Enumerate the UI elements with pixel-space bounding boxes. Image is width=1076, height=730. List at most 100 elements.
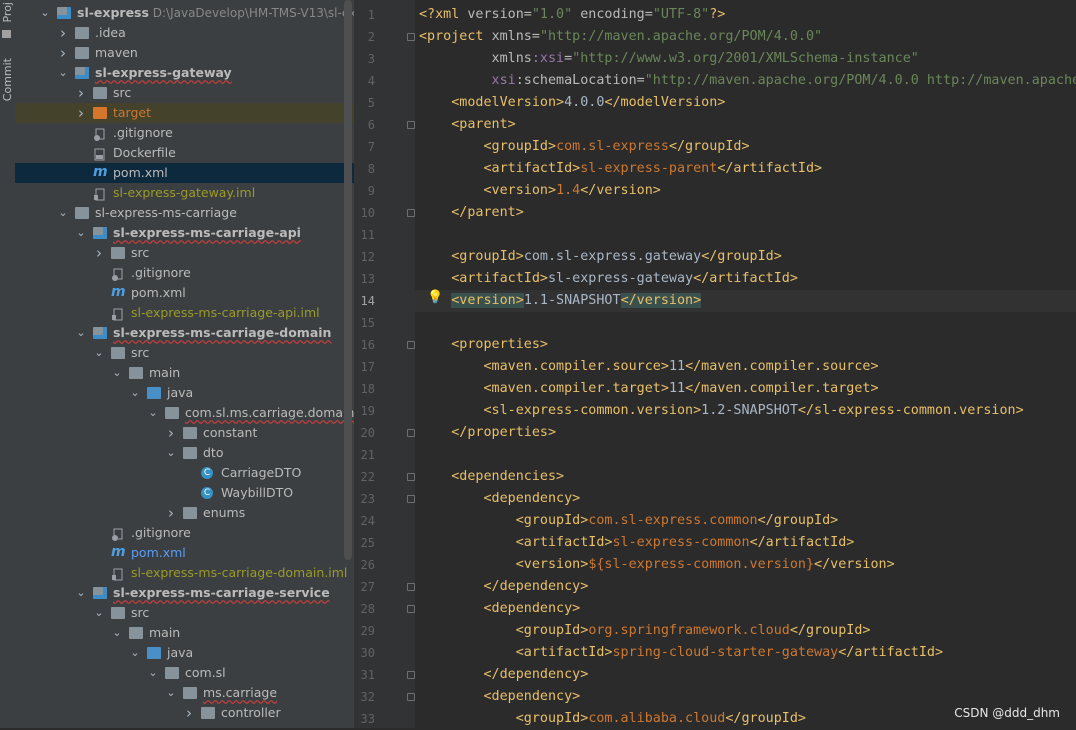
chevron-right-icon[interactable]: › [93,243,105,263]
chevron-down-icon[interactable]: ⌄ [129,643,141,663]
line-number[interactable]: 4 [355,70,375,92]
line-number[interactable]: 14 [355,290,375,312]
code-line[interactable]: </dependency> [419,664,589,686]
tree-item[interactable]: Dockerfile [15,143,354,163]
chevron-down-icon[interactable]: ⌄ [75,583,87,603]
tree-item[interactable]: ⌄ main [15,623,354,643]
line-number[interactable]: 22 [355,466,375,488]
line-number[interactable]: 33 [355,708,375,730]
tree-item[interactable]: › src [15,83,354,103]
code-editor[interactable]: <?xml version="1.0" encoding="UTF-8"?> <p… [415,0,1076,728]
project-tree[interactable]: ⌄ sl-express D:\JavaDevelop\HM-TMS-V13\sl… [15,0,354,728]
tree-item[interactable]: ⌄ src [15,343,354,363]
fold-marker-icon[interactable] [407,209,415,217]
chevron-right-icon[interactable]: › [57,23,69,43]
fold-marker-icon[interactable] [407,495,415,503]
tree-item[interactable]: ⌄ sl-express D:\JavaDevelop\HM-TMS-V13\sl… [15,3,354,23]
line-number[interactable]: 26 [355,554,375,576]
code-line[interactable]: <maven.compiler.target>11</maven.compile… [419,378,879,400]
tree-item[interactable]: ⌄ sl-express-ms-carriage-api [15,223,354,243]
code-line[interactable]: xmlns:xsi="http://www.w3.org/2001/XMLSch… [419,48,919,70]
chevron-down-icon[interactable]: ⌄ [129,383,141,403]
tree-item[interactable]: .gitignore [15,123,354,143]
line-number[interactable]: 30 [355,642,375,664]
line-number[interactable]: 10 [355,202,375,224]
tree-item[interactable]: m pom.xml [15,543,354,563]
chevron-right-icon[interactable]: › [75,103,87,123]
chevron-down-icon[interactable]: ⌄ [93,343,105,363]
tree-item[interactable]: ⌄ dto [15,443,354,463]
chevron-down-icon[interactable]: ⌄ [165,683,177,703]
tab-commit[interactable]: Commit [1,58,14,101]
line-number[interactable]: 12 [355,246,375,268]
code-line[interactable]: <groupId>org.springframework.cloud</grou… [419,620,871,642]
code-line[interactable]: <dependency> [419,598,581,620]
code-line[interactable]: <groupId>com.sl-express.common</groupId> [419,510,839,532]
line-number[interactable]: 13 [355,268,375,290]
tree-item[interactable]: sl-express-ms-carriage-api.iml [15,303,354,323]
chevron-down-icon[interactable]: ⌄ [57,63,69,83]
chevron-down-icon[interactable]: ⌄ [111,363,123,383]
tree-item[interactable]: .gitignore [15,523,354,543]
line-number[interactable]: 29 [355,620,375,642]
tree-item[interactable]: ⌄ com.sl [15,663,354,683]
project-tab-icon[interactable] [2,30,11,38]
code-line[interactable]: <properties> [419,334,548,356]
code-line[interactable]: <version>1.4</version> [419,180,661,202]
tree-item[interactable]: › maven [15,43,354,63]
fold-marker-icon[interactable] [407,429,415,437]
code-line[interactable]: <artifactId>sl-express-parent</artifactI… [419,158,823,180]
chevron-right-icon[interactable]: › [165,503,177,523]
tree-item[interactable]: sl-express-gateway.iml [15,183,354,203]
line-number[interactable]: 3 [355,48,375,70]
tree-item[interactable]: ⌄ sl-express-ms-carriage-domain [15,323,354,343]
tree-item[interactable]: › target [15,103,354,123]
tree-item[interactable]: › .idea [15,23,354,43]
line-number[interactable]: 2 [355,26,375,48]
tree-item[interactable]: › controller [15,703,354,723]
code-line[interactable]: <sl-express-common.version>1.2-SNAPSHOT<… [419,400,1024,422]
code-line[interactable]: <maven.compiler.source>11</maven.compile… [419,356,879,378]
fold-marker-icon[interactable] [407,33,415,41]
code-line[interactable]: <groupId>com.alibaba.cloud</groupId> [419,708,806,728]
chevron-down-icon[interactable]: ⌄ [147,403,159,423]
code-line[interactable]: <?xml version="1.0" encoding="UTF-8"?> [419,4,725,26]
tab-project[interactable]: Proj [1,2,14,23]
tree-item[interactable]: › src [15,243,354,263]
code-line[interactable]: <groupId>com.sl-express.gateway</groupId… [419,246,782,268]
code-line[interactable]: <groupId>com.sl-express</groupId> [419,136,750,158]
chevron-down-icon[interactable]: ⌄ [111,623,123,643]
fold-marker-icon[interactable] [407,693,415,701]
chevron-down-icon[interactable]: ⌄ [75,323,87,343]
line-number[interactable]: 23 [355,488,375,510]
fold-marker-icon[interactable] [407,605,415,613]
tree-item[interactable]: ⌄ java [15,643,354,663]
line-number[interactable]: 28 [355,598,375,620]
tree-item[interactable]: ⌄ sl-express-ms-carriage [15,203,354,223]
chevron-down-icon[interactable]: ⌄ [93,603,105,623]
chevron-down-icon[interactable]: ⌄ [165,443,177,463]
line-number[interactable]: 8 [355,158,375,180]
line-number[interactable]: 25 [355,532,375,554]
line-number[interactable]: 15 [355,312,375,334]
chevron-down-icon[interactable]: ⌄ [57,203,69,223]
line-number[interactable]: 9 [355,180,375,202]
code-line[interactable]: <artifactId>sl-express-gateway</artifact… [419,268,798,290]
code-line[interactable]: <version>1.1-SNAPSHOT</version> [419,290,702,312]
intention-bulb-icon[interactable]: 💡 [427,290,443,305]
tree-scrollbar[interactable] [344,0,352,560]
code-line[interactable]: <artifactId>sl-express-common</artifactI… [419,532,855,554]
tree-item[interactable]: ⌄ ms.carriage [15,683,354,703]
code-line[interactable]: </dependency> [419,576,589,598]
tree-item[interactable]: ⌄ src [15,603,354,623]
chevron-right-icon[interactable]: › [165,423,177,443]
line-number[interactable]: 18 [355,378,375,400]
line-number[interactable]: 32 [355,686,375,708]
chevron-right-icon[interactable]: › [75,83,87,103]
code-line[interactable]: <dependencies> [419,466,564,488]
code-line[interactable]: xsi:schemaLocation="http://maven.apache.… [419,70,1076,92]
chevron-down-icon[interactable]: ⌄ [75,223,87,243]
tree-item[interactable]: › constant [15,423,354,443]
tree-item[interactable]: m pom.xml [15,283,354,303]
code-line[interactable]: <modelVersion>4.0.0</modelVersion> [419,92,725,114]
